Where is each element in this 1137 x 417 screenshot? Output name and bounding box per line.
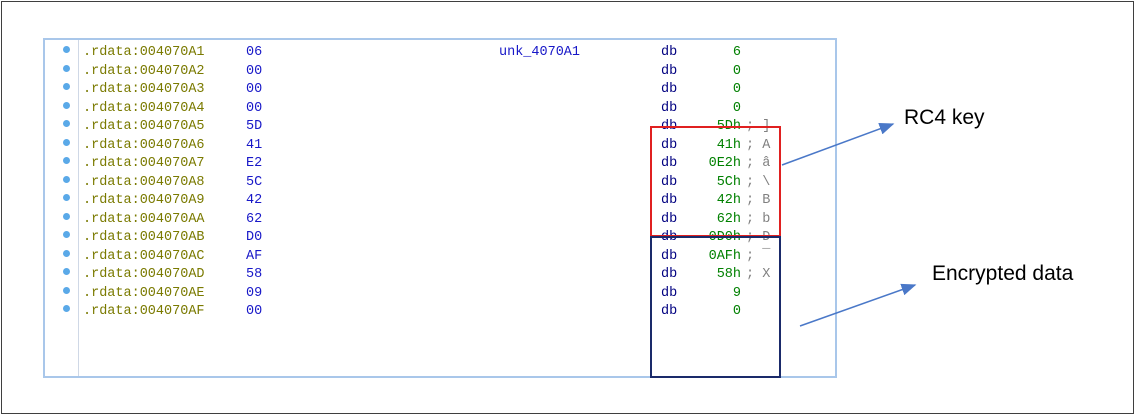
encrypted-data-label: Encrypted data [932,262,1074,285]
encrypted-data-arrow [799,283,917,327]
rc4-key-label: RC4 key [904,106,985,129]
rc4-key-arrow [781,123,895,166]
annotation-arrows [781,123,917,327]
